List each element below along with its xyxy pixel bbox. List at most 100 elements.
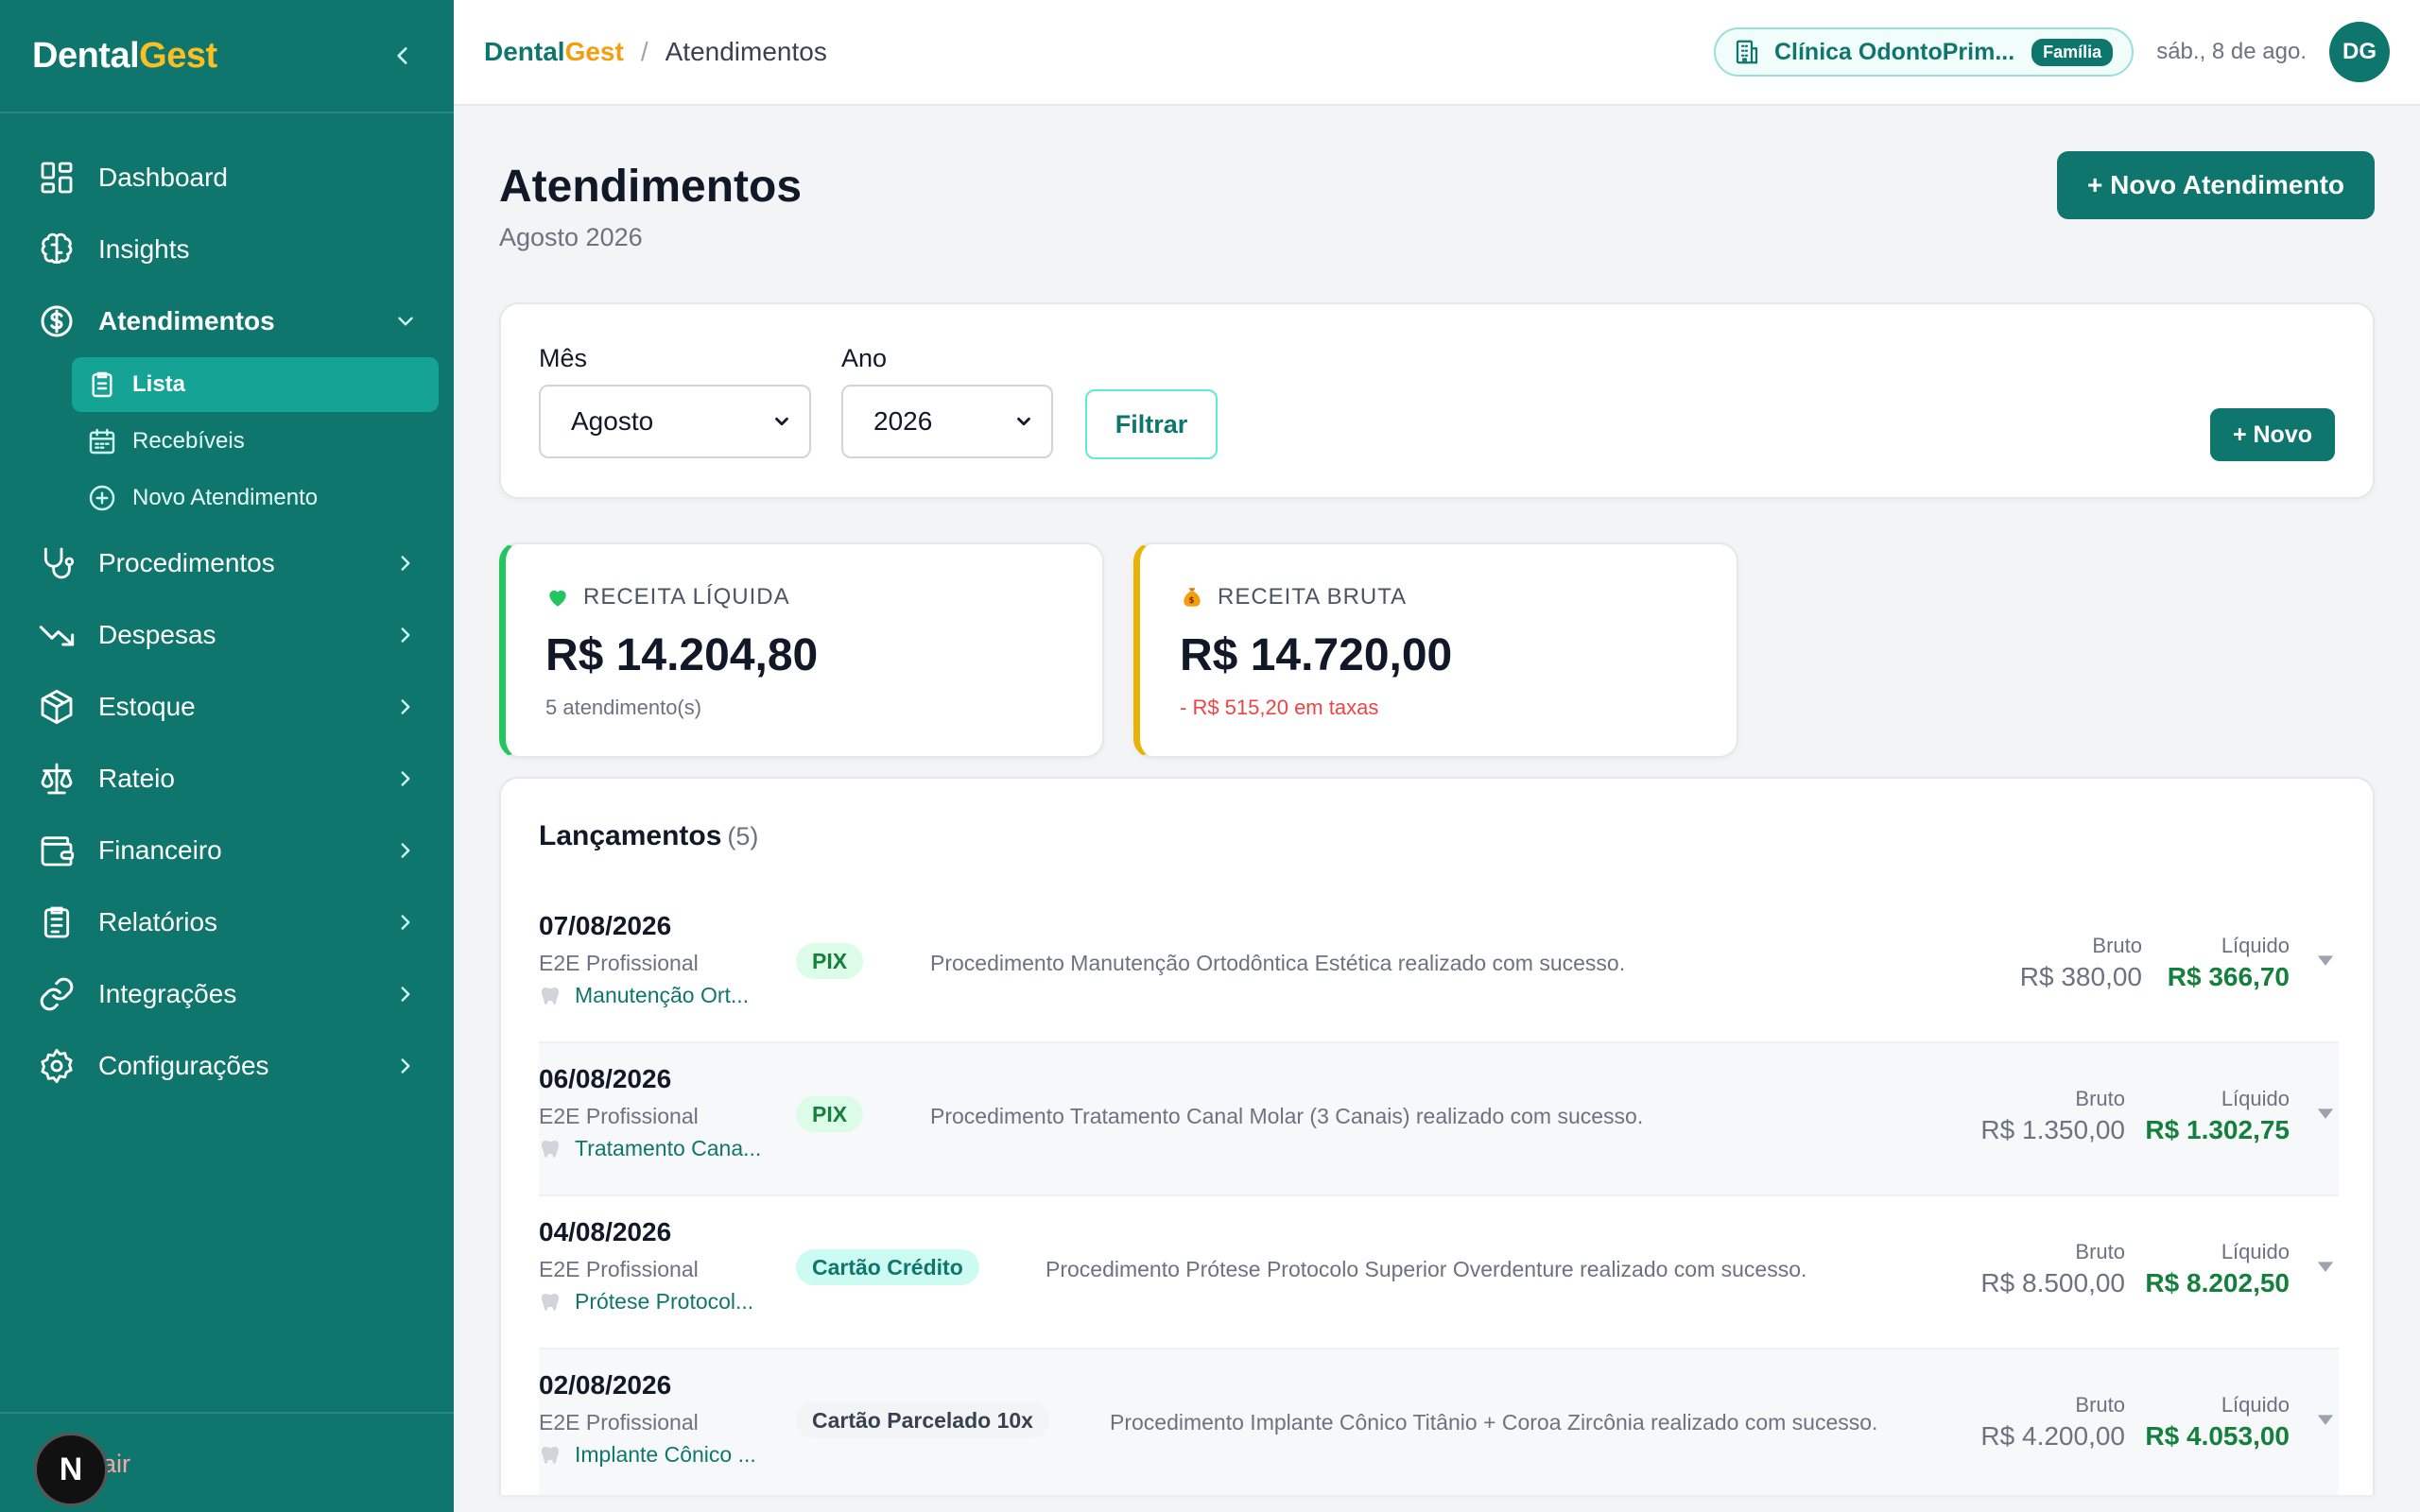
sidebar-item-atendimentos[interactable]: Atendimentos [0, 285, 454, 357]
year-filter-group: Ano 2026 [841, 344, 1053, 458]
breadcrumb-brand-accent: Gest [564, 37, 624, 66]
gross-revenue-card: $ RECEITA BRUTA R$ 14.720,00 - R$ 515,20… [1133, 542, 1738, 758]
main-content: Atendimentos Agosto 2026 + Novo Atendime… [499, 106, 2375, 1495]
entries-list-title: Lançamentos [539, 820, 722, 851]
entry-procedure-link[interactable]: Manutenção Ort... [539, 983, 749, 1008]
sidebar-logo[interactable]: DentalGest [32, 36, 217, 77]
breadcrumb-home[interactable]: DentalGest [484, 37, 624, 67]
chevron-right-icon [401, 987, 410, 1002]
page-header: Atendimentos Agosto 2026 + Novo Atendime… [499, 106, 2375, 302]
sidebar-item-dashboard[interactable]: Dashboard [0, 142, 454, 214]
expand-row-icon[interactable] [2312, 947, 2339, 973]
year-select[interactable]: 2026 [841, 385, 1053, 458]
new-atendimento-button[interactable]: + Novo Atendimento [2057, 151, 2375, 219]
sidebar-item-label: Dashboard [98, 163, 228, 192]
expand-row-icon[interactable] [2312, 1100, 2339, 1126]
entries-list-card: Lançamentos (5) 07/08/2026 E2E Profissiona… [499, 777, 2375, 1495]
chevron-down-icon [775, 417, 788, 426]
collapse-sidebar-button[interactable] [384, 37, 422, 75]
entry-row[interactable]: 02/08/2026 E2E Profissional Implante Cônic… [539, 1349, 2339, 1495]
filter-button[interactable]: Filtrar [1085, 389, 1218, 459]
sidebar: DentalGest Dashboard Insights Atendiment… [0, 0, 454, 1512]
new-small-button[interactable]: + Novo [2209, 408, 2335, 461]
sidebar-item-label: Financeiro [98, 835, 222, 865]
plus-circle-icon [89, 485, 115, 511]
sidebar-item-configuracoes[interactable]: Configurações [0, 1030, 454, 1102]
net-caption: Líquido [2221, 1240, 2290, 1263]
entry-date: 02/08/2026 [539, 1370, 672, 1400]
package-icon [41, 689, 73, 725]
payment-method-badge: Cartão Parcelado 10x [796, 1402, 1049, 1438]
sidebar-item-financeiro[interactable]: Financeiro [0, 815, 454, 886]
sidebar-item-label: Estoque [98, 692, 196, 721]
net-caption: Líquido [2221, 1087, 2290, 1110]
expand-row-icon[interactable] [2312, 1406, 2339, 1433]
gross-caption: Bruto [2075, 1087, 2125, 1110]
net-value: R$ 4.053,00 [2145, 1421, 2290, 1451]
sidebar-item-rateio[interactable]: Rateio [0, 743, 454, 815]
chevron-right-icon [401, 843, 410, 858]
sidebar-item-procedimentos[interactable]: Procedimentos [0, 527, 454, 599]
gross-value: R$ 1.350,00 [1980, 1115, 2125, 1144]
chevron-right-icon [401, 915, 410, 930]
money-bag-icon: $ [1184, 588, 1201, 607]
gross-revenue-fees-note: - R$ 515,20 em taxas [1180, 696, 1379, 719]
sidebar-nav: Dashboard Insights Atendimentos Lista Re… [0, 113, 454, 1102]
month-select[interactable]: Agosto [539, 385, 811, 458]
filter-card: Mês Agosto Ano 2026 Filtrar + Novo [499, 302, 2375, 499]
brain-icon [41, 232, 73, 264]
clinic-plan-badge: Família [2031, 38, 2114, 66]
sidebar-subitem-recebiveis[interactable]: Recebíveis [72, 414, 439, 469]
entry-professional: E2E Profissional [539, 1410, 699, 1435]
sidebar-item-integracoes[interactable]: Integrações [0, 958, 454, 1030]
sidebar-item-insights[interactable]: Insights [0, 214, 454, 285]
trending-down-icon [39, 626, 75, 646]
entry-description: Procedimento Prótese Protocolo Superior … [1046, 1257, 1807, 1281]
net-revenue-value: R$ 14.204,80 [545, 630, 819, 680]
entries-count: (5) [727, 822, 759, 850]
entry-net: Líquido R$ 4.053,00 [2145, 1393, 2290, 1452]
expand-row-icon[interactable] [2312, 1253, 2339, 1280]
entry-procedure-link[interactable]: Implante Cônico ... [539, 1442, 756, 1468]
entry-professional: E2E Profissional [539, 1257, 699, 1281]
tooth-icon [541, 987, 560, 1005]
entry-procedure-name: Prótese Protocol... [575, 1289, 754, 1314]
sidebar-subitem-label: Recebíveis [132, 428, 245, 454]
month-select-value: Agosto [571, 406, 654, 436]
breadcrumb-current: Atendimentos [665, 37, 827, 66]
clipboard-list-icon [92, 371, 112, 398]
entry-gross: Bruto R$ 1.350,00 [1980, 1087, 2125, 1145]
clinic-selector[interactable]: Clínica OdontoPrim... Família [1713, 27, 2135, 77]
dev-tools-badge[interactable]: N [34, 1433, 108, 1506]
entry-row[interactable]: 06/08/2026 E2E Profissional Tratamento Can… [539, 1043, 2339, 1196]
gross-caption: Bruto [2092, 934, 2142, 957]
sidebar-item-label: Atendimentos [98, 306, 275, 335]
month-label: Mês [539, 344, 588, 372]
sidebar-subitem-label: Lista [132, 371, 186, 397]
gross-value: R$ 8.500,00 [1980, 1268, 2125, 1297]
sidebar-item-label: Insights [98, 234, 190, 264]
entry-gross: Bruto R$ 8.500,00 [1980, 1240, 2125, 1298]
scale-icon [41, 763, 73, 795]
user-avatar[interactable]: DG [2329, 22, 2390, 82]
gross-value: R$ 380,00 [2019, 962, 2142, 991]
sidebar-subitem-lista[interactable]: Lista [72, 357, 439, 412]
payment-method-badge: PIX [796, 943, 864, 979]
entry-row[interactable]: 07/08/2026 E2E Profissional Manutenção Ort… [539, 890, 2339, 1043]
net-value: R$ 1.302,75 [2145, 1115, 2290, 1144]
green-heart-icon [549, 590, 566, 607]
sidebar-item-relatorios[interactable]: Relatórios [0, 886, 454, 958]
sidebar-item-despesas[interactable]: Despesas [0, 599, 454, 671]
entry-row[interactable]: 04/08/2026 E2E Profissional Prótese Protoc… [539, 1196, 2339, 1349]
report-clipboard-icon [43, 906, 70, 938]
net-revenue-card: RECEITA LÍQUIDA R$ 14.204,80 5 atendimen… [499, 542, 1104, 758]
entry-procedure-link[interactable]: Tratamento Cana... [539, 1136, 761, 1161]
page-title: Atendimentos [499, 162, 803, 212]
page-subtitle: Agosto 2026 [499, 223, 643, 251]
sidebar-subitem-label: Novo Atendimento [132, 485, 319, 510]
entry-procedure-link[interactable]: Prótese Protocol... [539, 1289, 753, 1314]
gross-value: R$ 4.200,00 [1980, 1421, 2125, 1451]
brand-main: Dental [32, 35, 140, 76]
sidebar-item-estoque[interactable]: Estoque [0, 671, 454, 743]
sidebar-subitem-novo-atendimento[interactable]: Novo Atendimento [72, 471, 439, 525]
